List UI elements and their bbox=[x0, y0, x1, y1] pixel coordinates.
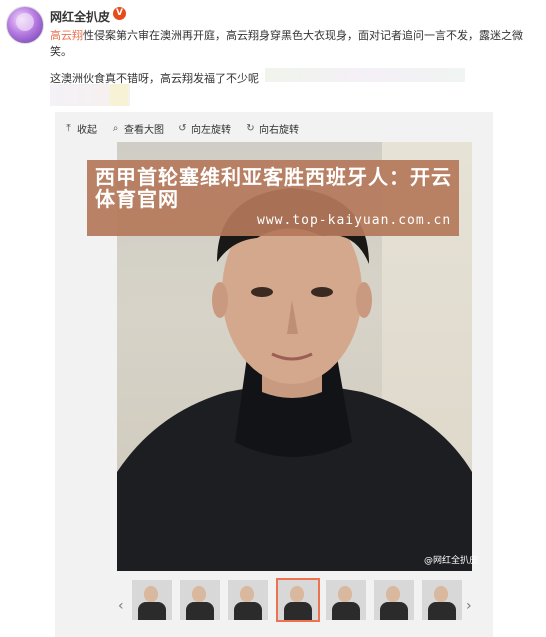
thumbnail-3[interactable] bbox=[228, 580, 268, 620]
rotate-right-label: 向右旋转 bbox=[259, 125, 299, 136]
blurred-text-region-3 bbox=[110, 84, 128, 106]
thumbnail-1[interactable] bbox=[132, 580, 172, 620]
blurred-text-region bbox=[265, 68, 465, 82]
thumbnail-4-selected[interactable] bbox=[276, 578, 320, 622]
rotate-right-icon: ↻ bbox=[246, 123, 255, 134]
photo-credit: @网红全扒皮 bbox=[424, 556, 479, 566]
collapse-button[interactable]: ⤒ 收起 bbox=[63, 121, 97, 136]
rotate-left-label: 向左旋转 bbox=[191, 125, 231, 136]
view-large-button[interactable]: ⌕ 查看大图 bbox=[110, 121, 164, 136]
username[interactable]: 网红全扒皮 bbox=[50, 8, 110, 25]
image-toolbar: ⤒ 收起 ⌕ 查看大图 ↺ 向左旋转 ↻ 向右旋转 bbox=[55, 112, 493, 142]
avatar[interactable] bbox=[6, 6, 44, 44]
thumbnail-2[interactable] bbox=[180, 580, 220, 620]
post-text: 高云翔性侵案第六审在澳洲再开庭，高云翔身穿黑色大衣现身，面对记者追问一言不发，露… bbox=[50, 28, 540, 60]
watermark-banner: 西甲首轮塞维利亚客胜西班牙人：开云体育官网 www.top-kaiyuan.co… bbox=[87, 160, 459, 236]
post-text-body: 性侵案第六审在澳洲再开庭，高云翔身穿黑色大衣现身，面对记者追问一言不发，露迷之微… bbox=[50, 29, 523, 58]
mention-link[interactable]: 高云翔 bbox=[50, 29, 83, 42]
rotate-right-button[interactable]: ↻ 向右旋转 bbox=[245, 121, 299, 136]
verified-badge-icon: V bbox=[113, 7, 126, 20]
post-header: 网红全扒皮 V 高云翔性侵案第六审在澳洲再开庭，高云翔身穿黑色大衣现身，面对记者… bbox=[0, 0, 546, 112]
thumbnail-strip bbox=[114, 578, 470, 624]
thumbnail-6[interactable] bbox=[374, 580, 414, 620]
collapse-arrow-icon: ⤒ bbox=[66, 123, 71, 134]
thumbnail-5[interactable] bbox=[326, 580, 366, 620]
collapse-label: 收起 bbox=[77, 125, 97, 136]
view-large-label: 查看大图 bbox=[124, 125, 164, 136]
search-icon: ⌕ bbox=[112, 123, 119, 134]
thumbnail-7[interactable] bbox=[422, 580, 462, 620]
watermark-title: 西甲首轮塞维利亚客胜西班牙人：开云体育官网 bbox=[95, 165, 452, 211]
rotate-left-button[interactable]: ↺ 向左旋转 bbox=[177, 121, 231, 136]
watermark-url: www.top-kaiyuan.com.cn bbox=[257, 213, 452, 228]
rotate-left-icon: ↺ bbox=[178, 123, 187, 134]
